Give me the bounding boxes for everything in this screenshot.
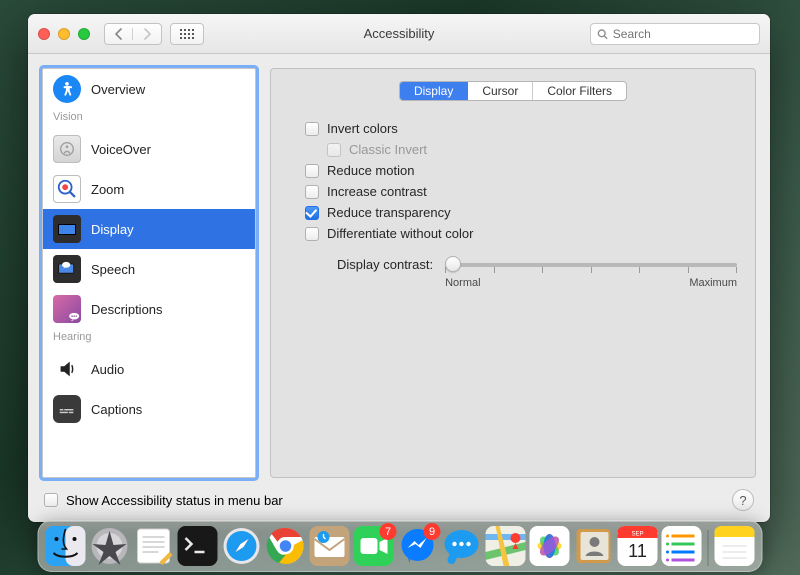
sidebar-item-label: Display [91,222,134,237]
dock-app-textedit[interactable] [134,526,174,566]
sidebar-item-label: Speech [91,262,135,277]
checkbox-reduce-motion[interactable] [305,164,319,178]
sidebar: Overview Vision VoiceOver Zoom Display [42,68,256,478]
audio-icon [53,355,81,383]
dock-app-messages[interactable] [442,526,482,566]
sidebar-item-speech[interactable]: Speech [43,249,255,289]
checkbox-menubar-status[interactable] [44,493,58,507]
zoom-button[interactable] [78,28,90,40]
sidebar-item-label: Captions [91,402,142,417]
option-differentiate[interactable]: Differentiate without color [305,226,737,241]
settings-panel: Display Cursor Color Filters Invert colo… [270,68,756,478]
display-icon [53,215,81,243]
slider-thumb[interactable] [445,256,461,272]
overview-icon [53,75,81,103]
sidebar-item-display[interactable]: Display [43,209,255,249]
sidebar-item-label: VoiceOver [91,142,151,157]
dock-app-safari[interactable] [222,526,262,566]
slider-min-label: Normal [445,277,480,289]
dock-app-chrome[interactable] [266,526,306,566]
footer-checkbox-label: Show Accessibility status in menu bar [66,493,283,508]
dock-app-mail[interactable] [310,526,350,566]
window-controls [38,28,90,40]
option-label: Reduce transparency [327,205,451,220]
main-column: Display Cursor Color Filters Invert colo… [270,68,756,478]
back-button[interactable] [105,28,133,40]
search-field[interactable] [590,23,760,45]
descriptions-icon [53,295,81,323]
footer: Show Accessibility status in menu bar ? [28,478,770,522]
dock-app-photos[interactable] [530,526,570,566]
option-label: Differentiate without color [327,226,473,241]
dock: 7 9 SEP 11 [38,520,763,572]
dock-separator [708,530,709,566]
sidebar-item-label: Overview [91,82,145,97]
sidebar-item-label: Zoom [91,182,124,197]
dock-app-reminders[interactable] [662,526,702,566]
accessibility-window: Accessibility Overview Vision VoiceOver [28,14,770,522]
checkbox-reduce-transparency[interactable] [305,206,319,220]
voiceover-icon [53,135,81,163]
zoom-icon [53,175,81,203]
sidebar-group-hearing: Hearing [43,329,255,349]
dock-app-facetime[interactable]: 7 [354,526,394,566]
sidebar-group-vision: Vision [43,109,255,129]
checkbox-classic-invert [327,143,341,157]
sidebar-item-label: Descriptions [91,302,163,317]
tab-display[interactable]: Display [400,82,468,100]
messenger-badge: 9 [424,523,441,540]
option-label: Invert colors [327,121,398,136]
slider-label: Display contrast: [337,257,433,272]
option-label: Increase contrast [327,184,427,199]
captions-icon [53,395,81,423]
option-label: Reduce motion [327,163,414,178]
checkbox-invert-colors[interactable] [305,122,319,136]
dock-app-launchpad[interactable] [90,526,130,566]
options-list: Invert colors Classic Invert Reduce moti… [289,121,737,289]
option-increase-contrast[interactable]: Increase contrast [305,184,737,199]
option-reduce-motion[interactable]: Reduce motion [305,163,737,178]
sidebar-item-zoom[interactable]: Zoom [43,169,255,209]
dock-app-terminal[interactable] [178,526,218,566]
show-all-button[interactable] [170,23,204,45]
dock-app-maps[interactable] [486,526,526,566]
dock-app-notes[interactable] [715,526,755,566]
dock-app-calendar[interactable]: SEP 11 [618,526,658,566]
titlebar: Accessibility [28,14,770,54]
option-reduce-transparency[interactable]: Reduce transparency [305,205,737,220]
option-classic-invert: Classic Invert [327,142,737,157]
sidebar-item-audio[interactable]: Audio [43,349,255,389]
svg-text:SEP: SEP [631,532,643,538]
sidebar-item-captions[interactable]: Captions [43,389,255,429]
display-contrast-row: Display contrast: Normal Maximum [305,257,737,289]
tab-bar: Display Cursor Color Filters [289,81,737,101]
search-icon [597,28,608,40]
svg-text:11: 11 [628,541,647,561]
sidebar-item-overview[interactable]: Overview [43,69,255,109]
dock-app-contacts[interactable] [574,526,614,566]
window-body: Overview Vision VoiceOver Zoom Display [28,54,770,478]
tab-cursor[interactable]: Cursor [468,82,533,100]
option-label: Classic Invert [349,142,427,157]
tab-color-filters[interactable]: Color Filters [533,82,626,100]
sidebar-item-label: Audio [91,362,124,377]
dock-app-finder[interactable] [46,526,86,566]
facetime-badge: 7 [380,523,397,540]
minimize-button[interactable] [58,28,70,40]
slider-max-label: Maximum [689,277,737,289]
search-input[interactable] [613,27,753,41]
contrast-slider[interactable] [445,263,737,267]
checkbox-increase-contrast[interactable] [305,185,319,199]
nav-segment [104,23,162,45]
dock-app-messenger[interactable]: 9 [398,526,438,566]
sidebar-item-descriptions[interactable]: Descriptions [43,289,255,329]
option-invert-colors[interactable]: Invert colors [305,121,737,136]
speech-icon [53,255,81,283]
sidebar-item-voiceover[interactable]: VoiceOver [43,129,255,169]
checkbox-differentiate[interactable] [305,227,319,241]
help-button[interactable]: ? [732,489,754,511]
close-button[interactable] [38,28,50,40]
forward-button[interactable] [133,28,161,40]
